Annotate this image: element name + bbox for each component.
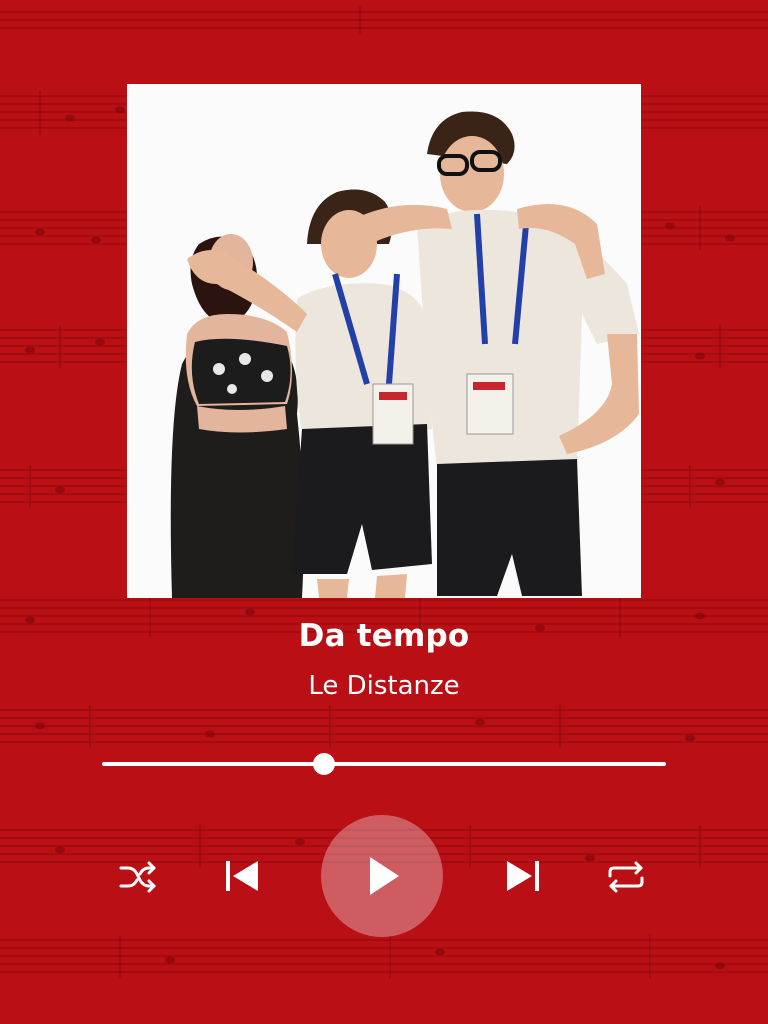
- progress-bar[interactable]: [102, 752, 666, 776]
- track-title: Da tempo: [298, 618, 470, 654]
- repeat-button[interactable]: [607, 861, 645, 893]
- previous-button[interactable]: [225, 859, 259, 893]
- music-player-screen: Da tempo Le Distanze: [0, 0, 768, 1024]
- shuffle-button[interactable]: [119, 861, 157, 893]
- band-photo: [127, 84, 641, 598]
- repeat-icon: [607, 861, 645, 893]
- progress-track[interactable]: [102, 762, 666, 766]
- shuffle-icon: [119, 861, 157, 893]
- skip-next-icon: [506, 859, 540, 893]
- next-button[interactable]: [506, 859, 540, 893]
- progress-thumb[interactable]: [313, 753, 336, 775]
- album-cover: [127, 84, 641, 598]
- play-button[interactable]: [321, 815, 443, 937]
- skip-previous-icon: [225, 859, 259, 893]
- track-artist: Le Distanze: [308, 671, 460, 701]
